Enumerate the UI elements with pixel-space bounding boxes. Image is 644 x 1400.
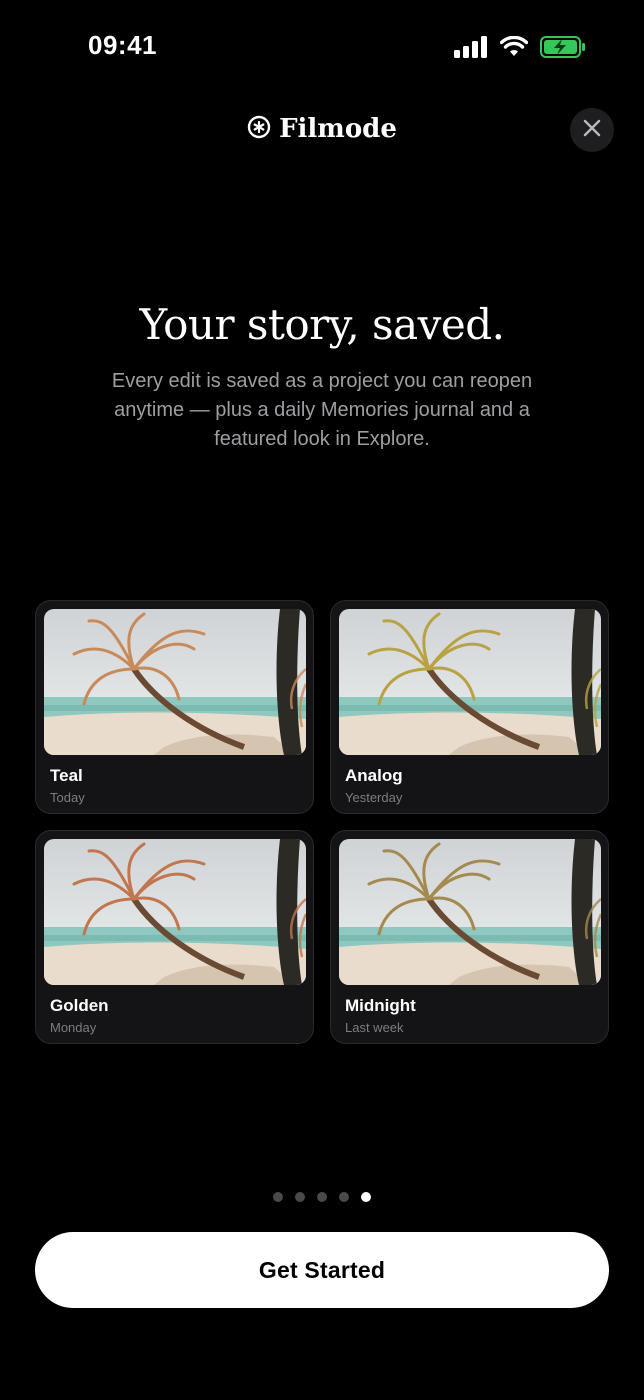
project-date: Today bbox=[50, 790, 85, 805]
wifi-icon bbox=[499, 35, 529, 63]
hero-title: Your story, saved. bbox=[139, 300, 505, 349]
project-thumbnail bbox=[44, 609, 306, 755]
project-grid: Teal Today Analog Yesterday Golden Monda… bbox=[35, 600, 609, 1044]
status-time: 09:41 bbox=[88, 30, 157, 60]
page-dot[interactable] bbox=[273, 1192, 283, 1202]
signal-icon bbox=[454, 36, 488, 63]
status-icons bbox=[454, 35, 586, 63]
project-date: Monday bbox=[50, 1020, 97, 1035]
project-card[interactable]: Analog Yesterday bbox=[330, 600, 609, 814]
asterisk-logo-icon bbox=[247, 115, 271, 144]
page-dot[interactable] bbox=[339, 1192, 349, 1202]
hero-subtitle: Every edit is saved as a project you can… bbox=[111, 370, 533, 450]
get-started-button[interactable]: Get Started bbox=[35, 1232, 609, 1308]
project-title: Midnight bbox=[345, 996, 416, 1015]
page-dot[interactable] bbox=[295, 1192, 305, 1202]
project-thumbnail bbox=[339, 609, 601, 755]
project-card[interactable]: Midnight Last week bbox=[330, 830, 609, 1044]
project-title: Golden bbox=[50, 996, 109, 1015]
page-dot[interactable] bbox=[317, 1192, 327, 1202]
project-card[interactable]: Golden Monday bbox=[35, 830, 314, 1044]
page-dot[interactable] bbox=[361, 1192, 371, 1202]
close-icon bbox=[583, 119, 601, 142]
project-title: Analog bbox=[345, 766, 403, 785]
brand-logo: Filmode bbox=[0, 114, 644, 144]
project-thumbnail bbox=[44, 839, 306, 985]
brand-name: Filmode bbox=[279, 114, 397, 144]
project-card[interactable]: Teal Today bbox=[35, 600, 314, 814]
battery-charging-icon bbox=[540, 36, 586, 63]
project-title: Teal bbox=[50, 766, 83, 785]
page-indicator bbox=[0, 1192, 644, 1202]
project-date: Yesterday bbox=[345, 790, 403, 805]
close-button[interactable] bbox=[570, 108, 614, 152]
project-thumbnail bbox=[339, 839, 601, 985]
onboarding-screen: 09:41 Filmode Your story, saved. Every e… bbox=[0, 0, 644, 1400]
project-date: Last week bbox=[345, 1020, 404, 1035]
